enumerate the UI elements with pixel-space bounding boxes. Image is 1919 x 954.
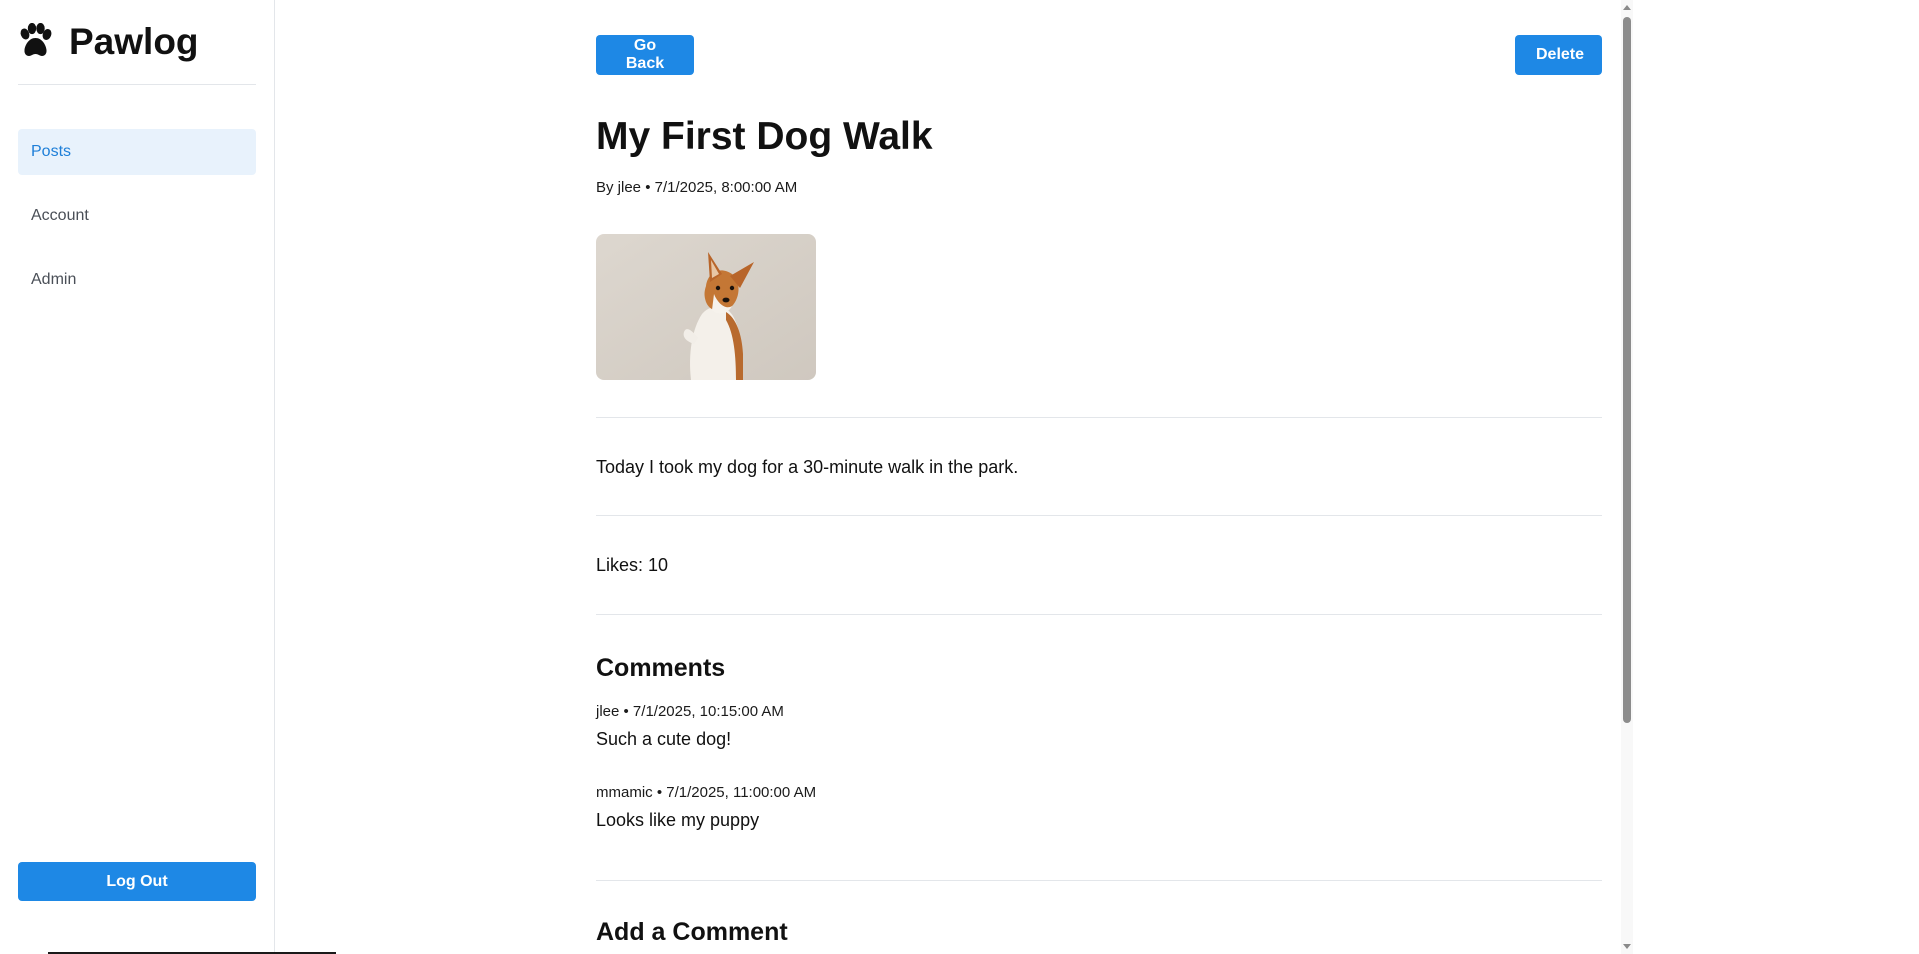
- sidebar-nav: Posts Account Admin: [18, 129, 256, 321]
- sidebar: Pawlog Posts Account Admin Log Out: [0, 0, 275, 954]
- comment-meta: jlee • 7/1/2025, 10:15:00 AM: [596, 703, 784, 720]
- brand: Pawlog: [18, 18, 256, 85]
- add-comment-heading: Add a Comment: [596, 918, 788, 946]
- comments-heading: Comments: [596, 654, 726, 682]
- post-title: My First Dog Walk: [596, 115, 933, 158]
- paw-icon: [20, 23, 52, 56]
- likes-count: Likes: 10: [596, 554, 668, 576]
- comment-text: Such a cute dog!: [596, 729, 732, 749]
- post-meta: By jlee • 7/1/2025, 8:00:00 AM: [596, 179, 798, 196]
- scroll-thumb[interactable]: [1623, 17, 1631, 723]
- comment-meta: mmamic • 7/1/2025, 11:00:00 AM: [596, 784, 817, 801]
- logout-button[interactable]: Log Out: [18, 862, 256, 901]
- brand-title: Pawlog: [69, 21, 199, 62]
- divider: [596, 417, 1602, 418]
- scroll-down-arrow-icon[interactable]: [1623, 944, 1631, 949]
- delete-button[interactable]: Delete: [1515, 35, 1602, 75]
- sidebar-item-posts[interactable]: Posts: [18, 129, 256, 175]
- comment-item: mmamic • 7/1/2025, 11:00:00 AM Looks lik…: [596, 783, 816, 831]
- divider: [596, 880, 1602, 881]
- dog-photo: [596, 234, 816, 380]
- app-window: Pawlog Posts Account Admin Log Out Go Ba…: [0, 0, 1919, 954]
- sidebar-item-admin[interactable]: Admin: [18, 257, 256, 303]
- divider: [596, 515, 1602, 516]
- sidebar-item-account[interactable]: Account: [18, 193, 256, 239]
- post-body: Today I took my dog for a 30-minute walk…: [596, 457, 1019, 477]
- comment-text: Looks like my puppy: [596, 810, 760, 830]
- vertical-scrollbar[interactable]: [1621, 0, 1633, 954]
- divider: [596, 614, 1602, 615]
- go-back-button[interactable]: Go Back: [596, 35, 694, 75]
- comment-item: jlee • 7/1/2025, 10:15:00 AM Such a cute…: [596, 702, 784, 750]
- scroll-up-arrow-icon[interactable]: [1623, 5, 1631, 10]
- likes-label: Likes:: [596, 555, 644, 575]
- post-detail: Go Back Delete My First Dog Walk By jlee…: [596, 0, 1602, 954]
- likes-value: 10: [648, 555, 669, 575]
